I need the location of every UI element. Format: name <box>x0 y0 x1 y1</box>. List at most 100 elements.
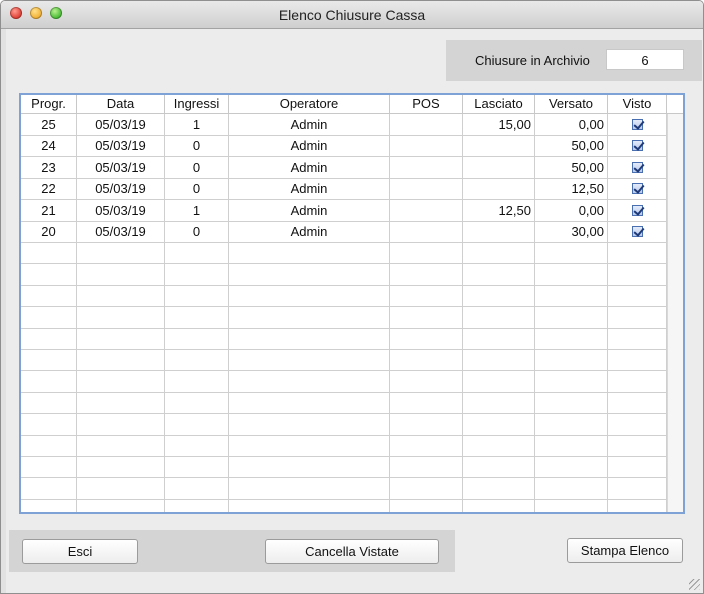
empty-cell <box>229 499 390 512</box>
cell-progr: 25 <box>21 114 77 135</box>
empty-cell <box>463 392 535 414</box>
table-row[interactable]: 23 05/03/19 0 Admin 50,00 <box>21 156 683 179</box>
resize-grip-icon[interactable] <box>689 579 700 590</box>
empty-cell <box>77 242 165 264</box>
empty-cell <box>608 242 667 264</box>
title-bar[interactable]: Elenco Chiusure Cassa <box>1 1 703 29</box>
cell-versato: 12,50 <box>535 178 608 200</box>
cell-visto <box>608 221 667 242</box>
empty-cell <box>535 499 608 512</box>
column-header-pos[interactable]: POS <box>390 95 463 113</box>
empty-cell <box>229 328 390 349</box>
checkbox-checked-icon[interactable] <box>631 204 643 216</box>
empty-cell <box>535 413 608 435</box>
table-row[interactable]: 21 05/03/19 1 Admin 12,50 0,00 <box>21 199 683 222</box>
column-header-operatore[interactable]: Operatore <box>229 95 390 113</box>
empty-cell <box>463 263 535 285</box>
empty-cell <box>21 456 77 478</box>
empty-cell <box>535 370 608 392</box>
empty-table-row <box>21 435 683 457</box>
empty-cell <box>229 263 390 285</box>
cell-operatore: Admin <box>229 199 390 221</box>
empty-cell <box>535 285 608 307</box>
empty-cell <box>165 413 229 435</box>
empty-cell <box>165 370 229 392</box>
empty-cell <box>77 328 165 349</box>
empty-table-row <box>21 328 683 350</box>
checkbox-checked-icon[interactable] <box>631 183 643 195</box>
empty-cell <box>21 285 77 307</box>
checkbox-checked-icon[interactable] <box>631 226 643 237</box>
cell-operatore: Admin <box>229 221 390 242</box>
empty-cell <box>165 328 229 349</box>
empty-cell <box>608 456 667 478</box>
empty-cell <box>165 263 229 285</box>
empty-cell <box>21 349 77 371</box>
column-header-versato[interactable]: Versato <box>535 95 608 113</box>
column-header-lasciato[interactable]: Lasciato <box>463 95 535 113</box>
cell-data: 05/03/19 <box>77 156 165 178</box>
empty-table-row <box>21 392 683 415</box>
empty-cell <box>21 242 77 264</box>
checkbox-checked-icon[interactable] <box>631 161 643 173</box>
empty-cell <box>390 499 463 512</box>
closures-table[interactable]: Progr. Data Ingressi Operatore POS Lasciato Ve… <box>19 93 685 514</box>
empty-cell <box>229 477 390 499</box>
esci-button[interactable]: Esci <box>22 539 138 564</box>
cell-lasciato <box>463 221 535 242</box>
empty-cell <box>463 413 535 435</box>
column-header-visto[interactable]: Visto <box>608 95 667 113</box>
empty-cell <box>77 285 165 307</box>
checkbox-checked-icon[interactable] <box>631 140 643 152</box>
table-row[interactable]: 22 05/03/19 0 Admin 12,50 <box>21 178 683 201</box>
table-row[interactable]: 24 05/03/19 0 Admin 50,00 <box>21 135 683 158</box>
empty-cell <box>608 285 667 307</box>
column-header-ingressi[interactable]: Ingressi <box>165 95 229 113</box>
scrollbar-track[interactable] <box>667 114 683 512</box>
table-row[interactable]: 25 05/03/19 1 Admin 15,00 0,00 <box>21 114 683 136</box>
stampa-elenco-button[interactable]: Stampa Elenco <box>567 538 683 563</box>
empty-cell <box>21 477 77 499</box>
table-row[interactable]: 20 05/03/19 0 Admin 30,00 <box>21 221 683 243</box>
cell-ingressi: 0 <box>165 156 229 178</box>
cell-lasciato: 12,50 <box>463 199 535 221</box>
checkbox-checked-icon[interactable] <box>631 119 643 130</box>
cell-data: 05/03/19 <box>77 221 165 242</box>
empty-cell <box>463 328 535 349</box>
cell-pos <box>390 221 463 242</box>
empty-cell <box>229 242 390 264</box>
empty-cell <box>535 242 608 264</box>
empty-cell <box>165 392 229 414</box>
empty-cell <box>21 499 77 512</box>
empty-cell <box>229 435 390 456</box>
empty-cell <box>229 306 390 328</box>
empty-cell <box>77 306 165 328</box>
empty-cell <box>463 242 535 264</box>
empty-cell <box>608 349 667 371</box>
cancella-vistate-button[interactable]: Cancella Vistate <box>265 539 439 564</box>
empty-cell <box>21 263 77 285</box>
empty-cell <box>608 499 667 512</box>
empty-cell <box>229 392 390 414</box>
empty-cell <box>165 349 229 371</box>
empty-cell <box>390 413 463 435</box>
empty-cell <box>535 456 608 478</box>
empty-cell <box>535 477 608 499</box>
empty-cell <box>165 242 229 264</box>
cell-ingressi: 1 <box>165 114 229 135</box>
cell-data: 05/03/19 <box>77 199 165 221</box>
empty-cell <box>229 413 390 435</box>
column-header-progr[interactable]: Progr. <box>21 95 77 113</box>
empty-cell <box>77 263 165 285</box>
cell-visto <box>608 114 667 135</box>
cell-data: 05/03/19 <box>77 178 165 200</box>
column-header-data[interactable]: Data <box>77 95 165 113</box>
archive-count-field: 6 <box>606 49 684 70</box>
empty-cell <box>390 370 463 392</box>
cell-visto <box>608 199 667 221</box>
empty-cell <box>535 349 608 371</box>
empty-cell <box>390 263 463 285</box>
empty-table-row <box>21 499 683 512</box>
cell-versato: 50,00 <box>535 135 608 157</box>
cell-lasciato <box>463 178 535 200</box>
